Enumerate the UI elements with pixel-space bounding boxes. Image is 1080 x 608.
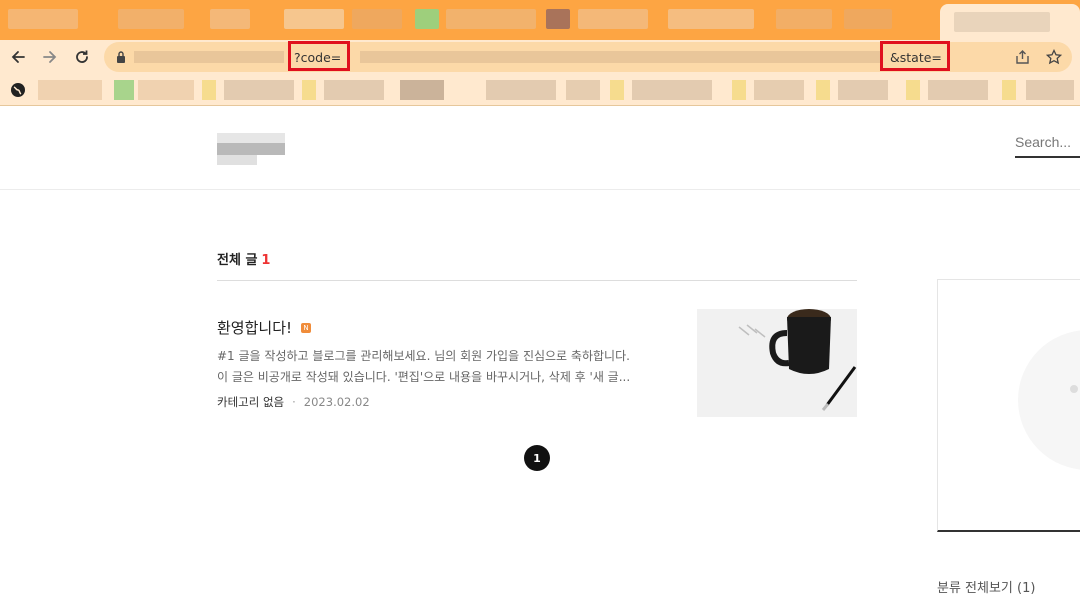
post-excerpt[interactable]: #1 글을 작성하고 블로그를 관리해보세요. 님의 회원 가입을 진심으로 축… — [217, 346, 667, 388]
logo-pixel — [217, 155, 257, 165]
bookmark-item[interactable] — [1026, 80, 1074, 100]
blurred-tab[interactable] — [352, 9, 402, 29]
reload-button[interactable] — [69, 44, 95, 70]
reload-icon — [76, 50, 88, 63]
active-tab[interactable] — [940, 4, 1080, 40]
excerpt-line: #1 글을 작성하고 블로그를 관리해보세요. 님의 회원 가입을 진심으로 축… — [217, 349, 630, 363]
blog-page: 전체 글1 환영합니다! N #1 글을 작성하고 블로그를 관리해보세요. 님… — [0, 107, 1080, 608]
search-input[interactable] — [1015, 130, 1080, 154]
browser-toolbar: ?code= &state= — [0, 40, 1080, 74]
blurred-tab[interactable] — [284, 9, 344, 29]
sidebar-profile-box — [937, 279, 1080, 532]
bookmark-item[interactable] — [486, 80, 556, 100]
new-badge: N — [301, 323, 311, 333]
bookmark-item[interactable] — [928, 80, 988, 100]
blurred-tab[interactable] — [118, 9, 184, 29]
active-tab-title — [954, 12, 1050, 32]
blurred-tab[interactable] — [668, 9, 754, 29]
url-blurred-path — [360, 51, 880, 63]
bookmark-star-icon[interactable] — [1046, 49, 1062, 65]
forward-arrow-icon — [43, 51, 57, 63]
logo-pixel — [217, 133, 285, 143]
post-count: 1 — [261, 253, 271, 268]
pagination-current[interactable]: 1 — [524, 445, 550, 471]
back-button[interactable] — [5, 44, 31, 70]
category-all-link[interactable]: 분류 전체보기 (1) — [937, 577, 1035, 596]
post-title[interactable]: 환영합니다! — [217, 317, 292, 338]
bookmark-item[interactable] — [566, 80, 600, 100]
excerpt-line: 이 글은 비공개로 작성돼 있습니다. '편집'으로 내용을 바꾸시거나, 삭제… — [217, 370, 631, 384]
bookmark-item[interactable] — [838, 80, 888, 100]
back-arrow-icon — [11, 51, 25, 63]
bookmark-item[interactable] — [114, 80, 134, 100]
section-divider — [217, 280, 857, 281]
section-title: 전체 글1 — [217, 249, 270, 268]
blurred-tab[interactable] — [446, 9, 536, 29]
profile-image-placeholder — [1018, 330, 1080, 470]
blurred-tab[interactable] — [578, 9, 648, 29]
forward-button[interactable] — [37, 44, 63, 70]
blurred-tab[interactable] — [776, 9, 832, 29]
bookmark-item[interactable] — [610, 80, 624, 100]
blurred-tab[interactable] — [210, 9, 250, 29]
bookmark-item[interactable] — [302, 80, 316, 100]
bookmark-item[interactable] — [138, 80, 194, 100]
bookmark-item[interactable] — [400, 80, 444, 100]
bookmark-item[interactable] — [1002, 80, 1016, 100]
state-param-highlight — [880, 41, 950, 71]
browser-tab-strip — [0, 0, 1080, 40]
profile-dot — [1070, 385, 1078, 393]
bookmark-item[interactable] — [224, 80, 294, 100]
bookmark-item[interactable] — [202, 80, 216, 100]
blurred-tab[interactable] — [546, 9, 570, 29]
logo-pixel — [217, 143, 285, 155]
meta-separator: · — [292, 395, 296, 409]
bookmarks-bar — [0, 74, 1080, 106]
lock-icon[interactable] — [116, 51, 126, 63]
search-box[interactable] — [1015, 130, 1080, 158]
blog-header — [0, 107, 1080, 190]
code-param-highlight — [288, 41, 350, 71]
bookmark-item[interactable] — [632, 80, 712, 100]
post-category[interactable]: 카테고리 없음 — [217, 395, 284, 409]
globe-icon[interactable] — [10, 82, 26, 98]
post-meta: 카테고리 없음 · 2023.02.02 — [217, 394, 370, 410]
blog-logo[interactable] — [217, 133, 285, 165]
coffee-mug-image — [697, 309, 857, 417]
bookmark-item[interactable] — [754, 80, 804, 100]
bookmark-item[interactable] — [324, 80, 384, 100]
url-blurred-host — [134, 51, 284, 63]
post-thumbnail[interactable] — [697, 309, 857, 417]
section-title-label: 전체 글 — [217, 253, 258, 268]
bookmark-item[interactable] — [38, 80, 102, 100]
blurred-tab[interactable] — [415, 9, 439, 29]
bookmark-item[interactable] — [816, 80, 830, 100]
bookmark-item[interactable] — [732, 80, 746, 100]
bookmark-item[interactable] — [906, 80, 920, 100]
share-icon[interactable] — [1015, 50, 1030, 64]
blurred-tab[interactable] — [8, 9, 78, 29]
post-date: 2023.02.02 — [303, 395, 370, 409]
blurred-tab[interactable] — [844, 9, 892, 29]
